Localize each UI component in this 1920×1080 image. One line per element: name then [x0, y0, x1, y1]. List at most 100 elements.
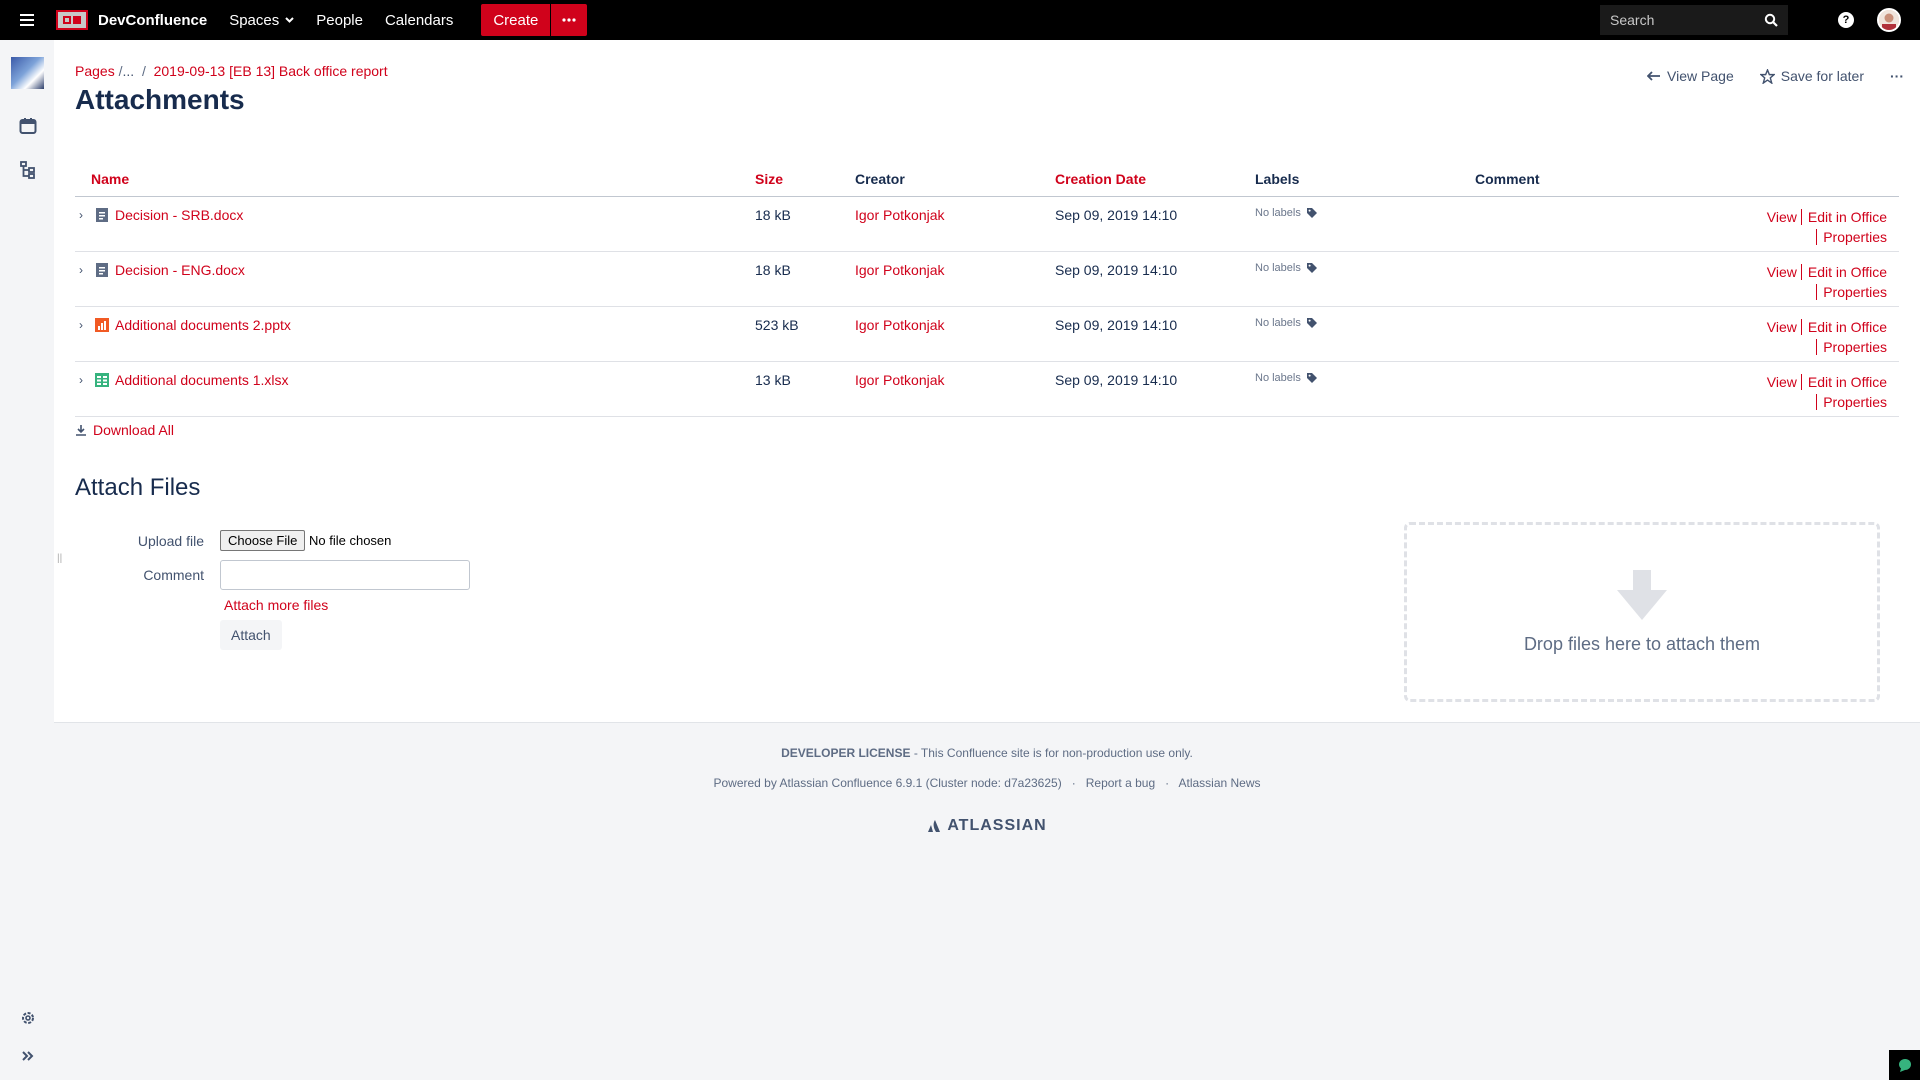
breadcrumb-parent-page[interactable]: 2019-09-13 [EB 13] Back office report — [154, 63, 388, 79]
nav-people[interactable]: People — [316, 12, 363, 29]
creator-link[interactable]: Igor Potkonjak — [855, 262, 945, 278]
license-type: DEVELOPER LICENSE — [781, 746, 911, 760]
column-comment: Comment — [1475, 162, 1655, 197]
attachment-comment — [1475, 251, 1655, 307]
no-labels-text: No labels — [1255, 371, 1301, 384]
page-tree-icon[interactable] — [18, 160, 38, 180]
expand-chevron-icon[interactable]: › — [79, 263, 89, 277]
edit-in-office-link[interactable]: Edit in Office — [1800, 263, 1887, 280]
column-size[interactable]: Size — [755, 162, 855, 197]
expand-chevron-icon[interactable]: › — [79, 208, 89, 222]
settings-gear-icon[interactable] — [18, 1008, 38, 1028]
edit-in-office-link[interactable]: Edit in Office — [1800, 318, 1887, 335]
attachment-name-link[interactable]: Decision - ENG.docx — [115, 262, 245, 278]
search-input[interactable]: Search — [1600, 5, 1788, 35]
help-icon[interactable]: ? — [1838, 12, 1854, 28]
table-row: › Additional documents 2.pptx 523 kB Igor P… — [75, 306, 1899, 362]
labels-editor[interactable]: No labels — [1255, 262, 1475, 274]
page-actions: View Page Save for later ··· — [1647, 68, 1920, 84]
sidebar-resize-handle[interactable]: || — [57, 553, 62, 564]
column-name[interactable]: Name — [75, 162, 755, 197]
upload-file-label: Upload file — [137, 533, 204, 549]
drop-zone-text: Drop files here to attach them — [1523, 633, 1761, 654]
xlsx-file-icon — [95, 372, 109, 387]
expand-chevron-icon[interactable]: › — [79, 373, 89, 387]
footer: DEVELOPER LICENSE - This Confluence site… — [54, 722, 1920, 1080]
properties-link[interactable]: Properties — [1816, 283, 1887, 300]
properties-link[interactable]: Properties — [1816, 228, 1887, 245]
breadcrumb-sep: / — [141, 63, 146, 79]
license-notice: DEVELOPER LICENSE - This Confluence site… — [54, 746, 1920, 760]
tag-icon — [1306, 372, 1317, 383]
labels-editor[interactable]: No labels — [1255, 207, 1475, 219]
creator-link[interactable]: Igor Potkonjak — [855, 207, 945, 223]
site-logo[interactable] — [56, 10, 88, 30]
attach-more-files-link[interactable]: Attach more files — [224, 597, 328, 613]
expand-sidebar-icon[interactable] — [18, 1046, 38, 1066]
chevron-down-icon — [285, 17, 294, 23]
comment-label: Comment — [143, 567, 204, 583]
labels-editor[interactable]: No labels — [1255, 372, 1475, 384]
drop-zone[interactable]: Drop files here to attach them — [1404, 522, 1880, 702]
creator-link[interactable]: Igor Potkonjak — [855, 372, 945, 388]
properties-link[interactable]: Properties — [1816, 338, 1887, 355]
attachment-name-link[interactable]: Decision - SRB.docx — [115, 207, 243, 223]
properties-link[interactable]: Properties — [1816, 393, 1887, 410]
download-icon — [76, 425, 86, 436]
save-for-later-button[interactable]: Save for later — [1759, 68, 1864, 84]
view-link[interactable]: View — [1767, 374, 1797, 390]
creator-link[interactable]: Igor Potkonjak — [855, 317, 945, 333]
attachment-size: 523 kB — [755, 306, 855, 362]
attachments-table: Name Size Creator Creation Date Labels C… — [75, 162, 1899, 417]
column-creator[interactable]: Creator — [855, 162, 1055, 197]
attachment-name-cell: › Decision - SRB.docx — [75, 196, 755, 252]
attachment-name-link[interactable]: Additional documents 1.xlsx — [115, 372, 289, 388]
comment-input[interactable] — [220, 560, 470, 590]
nav-calendars[interactable]: Calendars — [385, 12, 453, 29]
table-row: › Decision - SRB.docx 18 kB Igor Potkonjak S… — [75, 196, 1899, 252]
calendar-icon[interactable] — [18, 116, 38, 136]
attachment-actions: View Edit in Office Properties — [1655, 306, 1899, 362]
atlassian-logo[interactable]: ATLASSIAN — [54, 817, 1920, 835]
chat-icon[interactable] — [1889, 1050, 1920, 1080]
page-title: Attachments — [75, 84, 245, 115]
column-creation-date[interactable]: Creation Date — [1055, 162, 1255, 197]
expand-chevron-icon[interactable]: › — [79, 318, 89, 332]
choose-file-button[interactable]: Choose File — [220, 530, 306, 551]
no-labels-text: No labels — [1255, 261, 1301, 274]
docx-file-icon — [95, 262, 109, 277]
user-avatar[interactable] — [1877, 8, 1901, 32]
atlassian-logo-text: ATLASSIAN — [947, 817, 1047, 834]
view-page-button[interactable]: View Page — [1647, 68, 1734, 84]
edit-in-office-link[interactable]: Edit in Office — [1800, 373, 1887, 390]
view-link[interactable]: View — [1767, 319, 1797, 335]
nav-spaces[interactable]: Spaces — [229, 12, 294, 29]
breadcrumb-pages[interactable]: Pages — [75, 63, 115, 79]
attachment-comment — [1475, 306, 1655, 362]
menu-icon[interactable] — [0, 0, 54, 40]
atlassian-news-link[interactable]: Atlassian News — [1178, 776, 1260, 790]
main-content: Pages /... / 2019-09-13 [EB 13] Back off… — [54, 40, 1920, 722]
tag-icon — [1306, 207, 1317, 218]
download-all-link[interactable]: Download All — [75, 422, 174, 438]
attach-button[interactable]: Attach — [220, 620, 282, 650]
more-actions-button[interactable]: ··· — [1890, 68, 1904, 84]
license-text: - This Confluence site is for non-produc… — [910, 746, 1193, 760]
space-logo[interactable] — [11, 57, 44, 89]
breadcrumb-ellipsis[interactable]: ... — [122, 63, 134, 79]
create-button[interactable]: Create — [481, 4, 551, 36]
top-navigation-bar: DevConfluence Spaces People Calendars Cr… — [0, 0, 1920, 40]
view-link[interactable]: View — [1767, 264, 1797, 280]
table-row: › Decision - ENG.docx 18 kB Igor Potkonjak S… — [75, 251, 1899, 307]
labels-editor[interactable]: No labels — [1255, 317, 1475, 329]
footer-dot: · — [1165, 776, 1170, 790]
creation-date: Sep 09, 2019 14:10 — [1055, 196, 1255, 252]
site-name[interactable]: DevConfluence — [98, 12, 207, 29]
create-more-button[interactable] — [551, 4, 588, 36]
attachment-size: 18 kB — [755, 251, 855, 307]
edit-in-office-link[interactable]: Edit in Office — [1800, 208, 1887, 225]
attachment-name-link[interactable]: Additional documents 2.pptx — [115, 317, 291, 333]
report-bug-link[interactable]: Report a bug — [1086, 776, 1155, 790]
pptx-file-icon — [95, 317, 109, 332]
view-link[interactable]: View — [1767, 209, 1797, 225]
